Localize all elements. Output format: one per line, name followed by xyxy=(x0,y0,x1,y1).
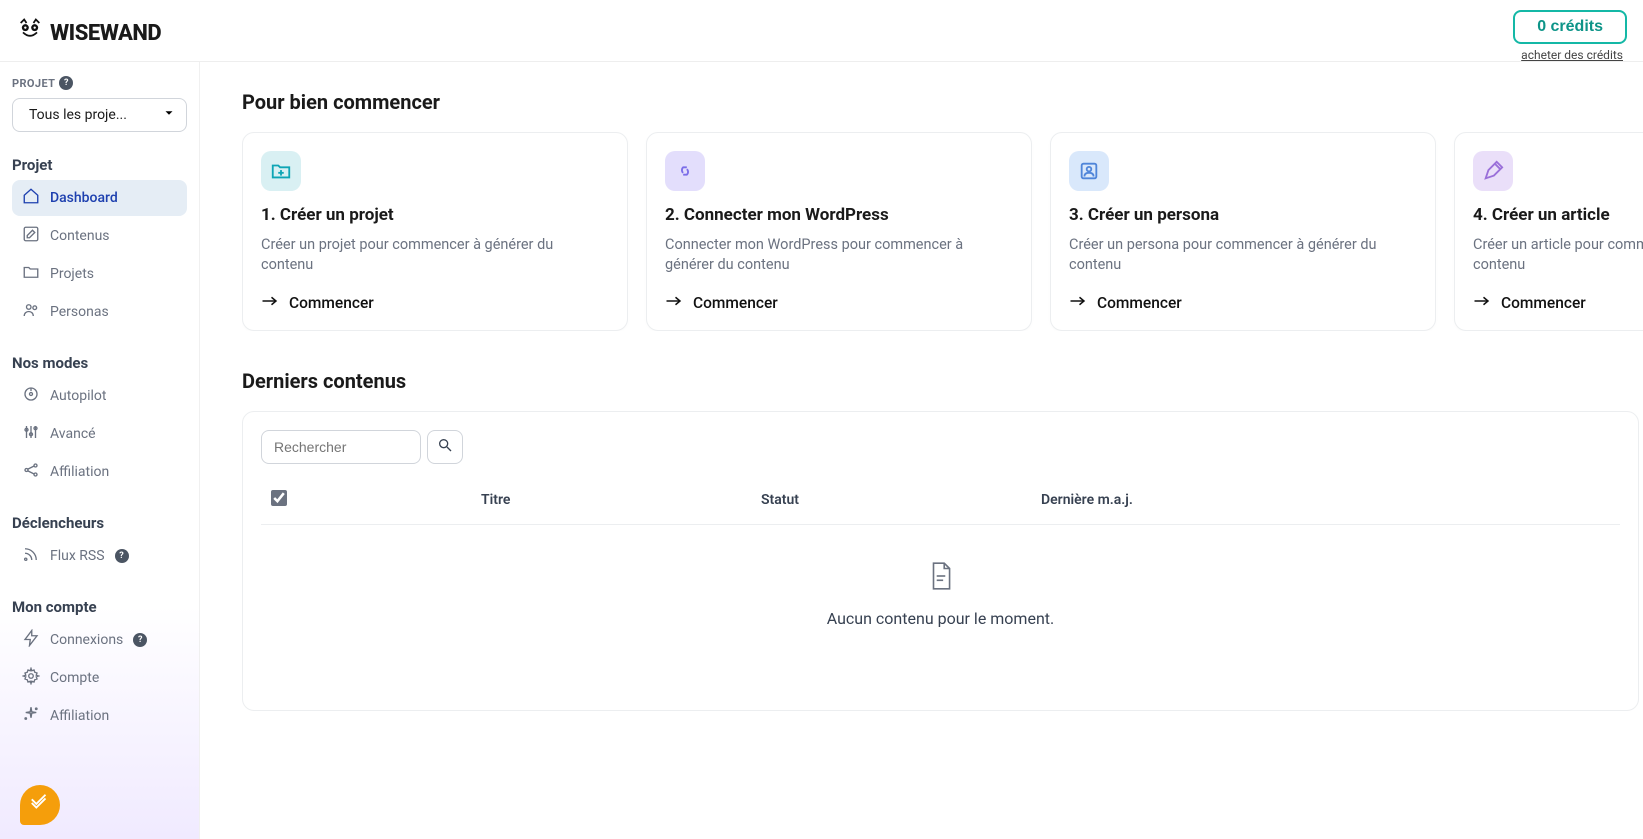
sidebar-item-compte[interactable]: Compte xyxy=(12,660,187,696)
onboard-card-desc: Créer un article pour commencer à génére… xyxy=(1473,235,1643,276)
sidebar-item-personas[interactable]: Personas xyxy=(12,294,187,330)
select-all-checkbox[interactable] xyxy=(271,490,287,506)
sidebar: PROJET ? Tous les proje... Projet Dashbo… xyxy=(0,62,200,839)
rss-icon xyxy=(22,545,40,567)
section-modes-title: Nos modes xyxy=(12,354,187,372)
main-content: Pour bien commencer 1. Créer un projet C… xyxy=(200,62,1643,839)
sidebar-item-projets[interactable]: Projets xyxy=(12,256,187,292)
sidebar-item-affiliation-account[interactable]: Affiliation xyxy=(12,698,187,734)
edit-icon xyxy=(22,225,40,247)
contents-title: Derniers contenus xyxy=(242,369,1643,393)
onboard-card-wordpress[interactable]: 2. Connecter mon WordPress Connecter mon… xyxy=(646,132,1032,331)
credits-button[interactable]: 0 crédits xyxy=(1513,10,1627,44)
onboard-card-cta[interactable]: Commencer xyxy=(665,294,1013,312)
onboard-card-title: 3. Créer un persona xyxy=(1069,205,1417,225)
sidebar-item-rss[interactable]: Flux RSS ? xyxy=(12,538,187,574)
folder-plus-icon xyxy=(261,151,301,191)
support-button[interactable] xyxy=(20,785,60,825)
home-icon xyxy=(22,187,40,209)
contents-panel: Titre Statut Dernière m.a.j. Aucun conte… xyxy=(242,411,1639,711)
arrow-right-icon xyxy=(1473,294,1491,312)
autopilot-icon xyxy=(22,385,40,407)
onboard-card-cta[interactable]: Commencer xyxy=(1069,294,1417,312)
search-button[interactable] xyxy=(427,430,463,464)
sidebar-item-label: Connexions xyxy=(50,632,123,648)
sidebar-item-label: Contenus xyxy=(50,228,110,244)
onboard-card-project[interactable]: 1. Créer un projet Créer un projet pour … xyxy=(242,132,628,331)
onboard-card-title: 2. Connecter mon WordPress xyxy=(665,205,1013,225)
link-icon xyxy=(665,151,705,191)
onboard-card-title: 1. Créer un projet xyxy=(261,205,609,225)
project-selector-label: Tous les proje... xyxy=(29,107,156,123)
onboard-card-desc: Créer un persona pour commencer à génére… xyxy=(1069,235,1417,276)
sidebar-item-label: Autopilot xyxy=(50,388,106,404)
arrow-right-icon xyxy=(1069,294,1087,312)
section-account-title: Mon compte xyxy=(12,598,187,616)
buy-credits-link[interactable]: acheter des crédits xyxy=(1521,48,1623,62)
project-selector[interactable]: Tous les proje... xyxy=(12,98,187,132)
sidebar-item-label: Flux RSS xyxy=(50,548,105,564)
arrow-right-icon xyxy=(261,294,279,312)
sidebar-item-label: Projets xyxy=(50,266,94,282)
column-title: Titre xyxy=(481,492,761,508)
column-date: Dernière m.a.j. xyxy=(1041,492,1241,508)
search-input[interactable] xyxy=(261,430,421,464)
sidebar-item-label: Affiliation xyxy=(50,708,109,724)
onboarding-title: Pour bien commencer xyxy=(242,90,1643,114)
column-status: Statut xyxy=(761,492,1041,508)
sidebar-item-label: Personas xyxy=(50,304,109,320)
onboard-card-desc: Connecter mon WordPress pour commencer à… xyxy=(665,235,1013,276)
search-icon xyxy=(437,437,453,456)
sidebar-item-label: Dashboard xyxy=(50,190,118,206)
section-projet-title: Projet xyxy=(12,156,187,174)
arrow-right-icon xyxy=(665,294,683,312)
bolt-icon xyxy=(22,629,40,651)
folder-icon xyxy=(22,263,40,285)
brand-name: WISEWAND xyxy=(50,21,161,46)
project-label: PROJET ? xyxy=(12,76,187,90)
sidebar-item-label: Compte xyxy=(50,670,99,686)
sidebar-item-contenus[interactable]: Contenus xyxy=(12,218,187,254)
pen-icon xyxy=(1473,151,1513,191)
empty-message: Aucun contenu pour le moment. xyxy=(827,609,1054,628)
share-icon xyxy=(22,461,40,483)
users-icon xyxy=(22,301,40,323)
sidebar-item-autopilot[interactable]: Autopilot xyxy=(12,378,187,414)
owl-icon xyxy=(16,16,44,50)
sidebar-item-label: Affiliation xyxy=(50,464,109,480)
gear-icon xyxy=(22,667,40,689)
sidebar-item-label: Avancé xyxy=(50,426,96,442)
table-header: Titre Statut Dernière m.a.j. xyxy=(261,482,1620,525)
onboard-card-article[interactable]: 4. Créer un article Créer un article pou… xyxy=(1454,132,1643,331)
help-icon[interactable]: ? xyxy=(59,76,73,90)
section-triggers-title: Déclencheurs xyxy=(12,514,187,532)
sidebar-item-connexions[interactable]: Connexions ? xyxy=(12,622,187,658)
onboard-card-title: 4. Créer un article xyxy=(1473,205,1643,225)
onboard-card-persona[interactable]: 3. Créer un persona Créer un persona pou… xyxy=(1050,132,1436,331)
brand-logo[interactable]: WISEWAND xyxy=(16,10,161,50)
sidebar-item-dashboard[interactable]: Dashboard xyxy=(12,180,187,216)
sliders-icon xyxy=(22,423,40,445)
sidebar-item-avance[interactable]: Avancé xyxy=(12,416,187,452)
onboard-card-cta[interactable]: Commencer xyxy=(1473,294,1643,312)
onboard-card-desc: Créer un projet pour commencer à générer… xyxy=(261,235,609,276)
sidebar-item-affiliation[interactable]: Affiliation xyxy=(12,454,187,490)
empty-state: Aucun contenu pour le moment. xyxy=(261,525,1620,664)
onboarding-cards: 1. Créer un projet Créer un projet pour … xyxy=(242,132,1643,331)
persona-icon xyxy=(1069,151,1109,191)
document-icon xyxy=(928,561,954,595)
help-icon[interactable]: ? xyxy=(133,633,147,647)
help-icon[interactable]: ? xyxy=(115,549,129,563)
onboard-card-cta[interactable]: Commencer xyxy=(261,294,609,312)
checkmarks-icon xyxy=(29,792,51,818)
sparkle-icon xyxy=(22,705,40,727)
chevron-down-icon xyxy=(162,106,176,124)
